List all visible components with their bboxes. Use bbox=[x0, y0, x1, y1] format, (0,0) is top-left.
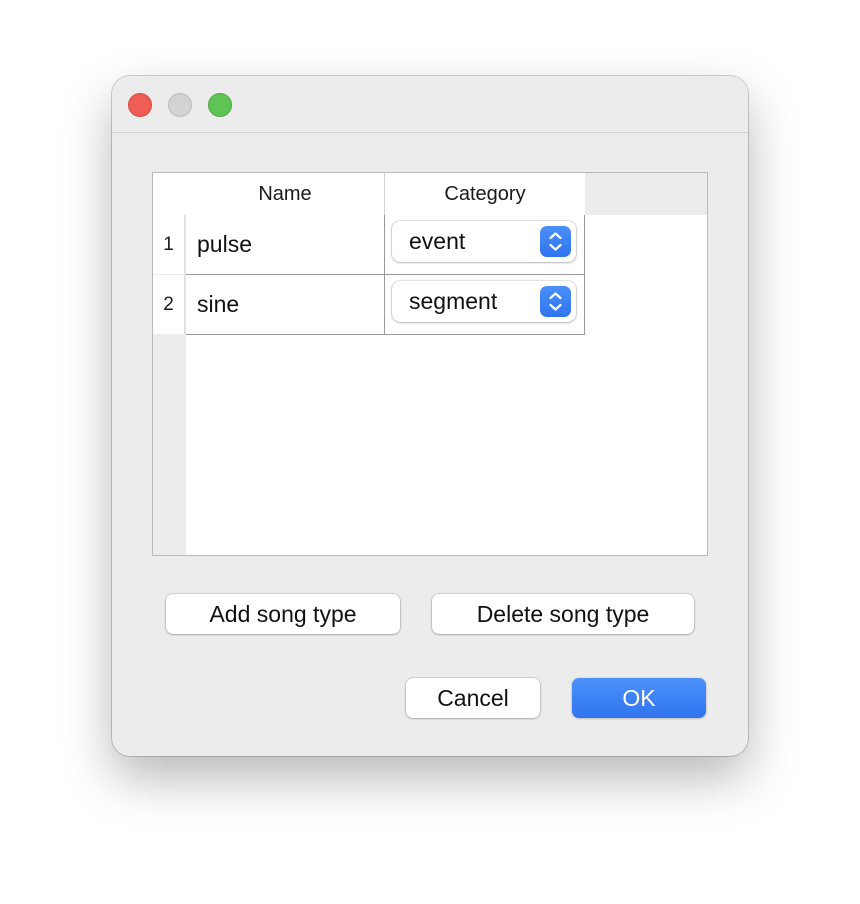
column-header-category[interactable]: Category bbox=[385, 173, 585, 215]
close-icon[interactable] bbox=[128, 93, 152, 117]
table-cell-name[interactable]: sine bbox=[186, 275, 385, 335]
table-corner bbox=[153, 173, 186, 215]
delete-song-type-button[interactable]: Delete song type bbox=[432, 594, 694, 634]
maximize-icon[interactable] bbox=[208, 93, 232, 117]
ok-button[interactable]: OK bbox=[572, 678, 706, 718]
add-song-type-button[interactable]: Add song type bbox=[166, 594, 400, 634]
category-select[interactable]: segment bbox=[392, 281, 576, 322]
cancel-button[interactable]: Cancel bbox=[406, 678, 540, 718]
row-header-2[interactable]: 2 bbox=[153, 275, 186, 334]
minimize-icon[interactable] bbox=[168, 93, 192, 117]
chevron-up-down-icon[interactable] bbox=[540, 226, 571, 257]
category-select-value: event bbox=[409, 228, 466, 254]
column-header-name[interactable]: Name bbox=[186, 173, 385, 215]
song-types-table[interactable]: Name Category 1 pulse event 2 sine segme… bbox=[152, 172, 708, 556]
row-header-1[interactable]: 1 bbox=[153, 215, 186, 274]
title-bar bbox=[112, 76, 748, 133]
chevron-up-down-icon[interactable] bbox=[540, 286, 571, 317]
category-select[interactable]: event bbox=[392, 221, 576, 262]
table-cell-category: segment bbox=[385, 275, 585, 335]
category-select-value: segment bbox=[409, 288, 498, 314]
table-cell-category: event bbox=[385, 215, 585, 275]
header-empty-area bbox=[585, 173, 707, 215]
dialog-window: Name Category 1 pulse event 2 sine segme… bbox=[112, 76, 748, 756]
table-cell-name[interactable]: pulse bbox=[186, 215, 385, 275]
